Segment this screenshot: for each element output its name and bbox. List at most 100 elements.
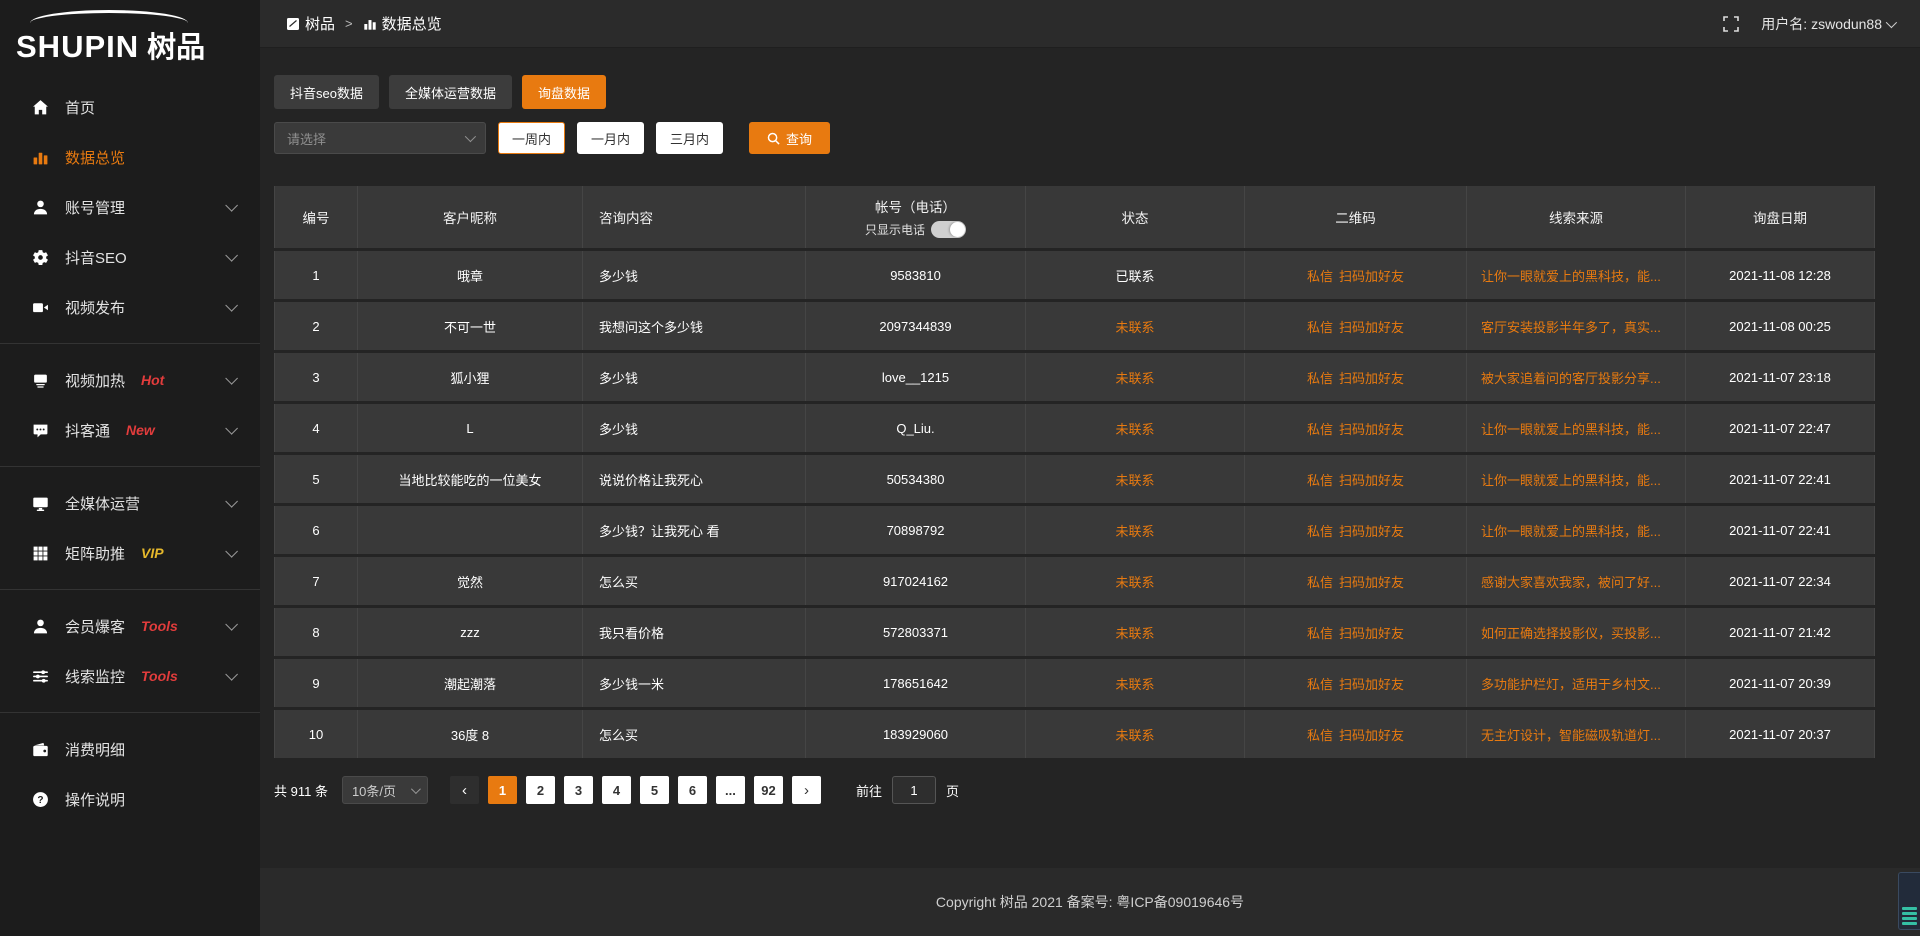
lead-source-link[interactable]: 让你一眼就爱上的黑科技，能... (1481, 521, 1661, 540)
home-icon (30, 97, 50, 117)
data-tabs: 抖音seo数据 全媒体运营数据 询盘数据 (274, 75, 1875, 109)
phone-only-toggle[interactable] (931, 221, 966, 238)
private-message-link[interactable]: 私信 (1307, 674, 1333, 693)
column-header-nickname: 客户昵称 (358, 186, 583, 248)
filter-bar: 请选择 一周内 一月内 三月内 查询 (274, 122, 1875, 154)
period-button-quarter[interactable]: 三月内 (656, 122, 723, 154)
lead-source-link[interactable]: 无主灯设计，智能磁吸轨道灯... (1481, 725, 1661, 744)
cell-id: 1 (274, 251, 358, 299)
fullscreen-icon[interactable] (1723, 16, 1739, 32)
goto-page-input[interactable] (892, 776, 936, 804)
next-page-button[interactable]: › (792, 776, 821, 804)
private-message-link[interactable]: 私信 (1307, 623, 1333, 642)
scan-add-friend-link[interactable]: 扫码加好友 (1339, 572, 1404, 591)
breadcrumb-item-home[interactable]: 树品 (286, 13, 335, 34)
sidebar-item-instructions[interactable]: ? 操作说明 (0, 774, 260, 824)
cell-qrcode: 私信 扫码加好友 (1245, 353, 1467, 401)
sidebar-item-home[interactable]: 首页 (0, 82, 260, 132)
page-number-button[interactable]: 2 (526, 776, 555, 804)
page-number-button[interactable]: 5 (640, 776, 669, 804)
sidebar-item-data-overview[interactable]: 数据总览 (0, 132, 260, 182)
select-placeholder: 请选择 (287, 129, 326, 148)
tab-douyin-seo-data[interactable]: 抖音seo数据 (274, 75, 379, 109)
scan-add-friend-link[interactable]: 扫码加好友 (1339, 470, 1404, 489)
lead-source-link[interactable]: 多功能护栏灯，适用于乡村文... (1481, 674, 1661, 693)
page-number-button[interactable]: 1 (488, 776, 517, 804)
account-select[interactable]: 请选择 (274, 122, 486, 154)
scan-add-friend-link[interactable]: 扫码加好友 (1339, 419, 1404, 438)
cell-date: 2021-11-07 22:34 (1686, 557, 1875, 605)
private-message-link[interactable]: 私信 (1307, 521, 1333, 540)
lead-source-link[interactable]: 如何正确选择投影仪，买投影... (1481, 623, 1661, 642)
search-button[interactable]: 查询 (749, 122, 830, 154)
private-message-link[interactable]: 私信 (1307, 266, 1333, 285)
sidebar-item-account-management[interactable]: 账号管理 (0, 182, 260, 232)
scan-add-friend-link[interactable]: 扫码加好友 (1339, 266, 1404, 285)
chevron-down-icon (225, 495, 238, 508)
cell-source: 让你一眼就爱上的黑科技，能... (1467, 404, 1686, 452)
floating-widget[interactable] (1898, 872, 1920, 930)
sidebar-item-label: 账号管理 (65, 197, 125, 218)
table-row: 4 L 多少钱 Q_Liu. 未联系 私信 扫码加好友 让你一眼就爱上的黑科技，… (274, 404, 1875, 452)
lead-source-link[interactable]: 让你一眼就爱上的黑科技，能... (1481, 419, 1661, 438)
period-button-week[interactable]: 一周内 (498, 122, 565, 154)
page-number-button[interactable]: 92 (754, 776, 783, 804)
page-size-select[interactable]: 10条/页 (342, 776, 428, 804)
lead-source-link[interactable]: 被大家追着问的客厅投影分享... (1481, 368, 1661, 387)
lead-source-link[interactable]: 感谢大家喜欢我家，被问了好... (1481, 572, 1661, 591)
sidebar-item-douyin-seo[interactable]: 抖音SEO (0, 232, 260, 282)
private-message-link[interactable]: 私信 (1307, 317, 1333, 336)
cell-date: 2021-11-07 20:37 (1686, 710, 1875, 758)
private-message-link[interactable]: 私信 (1307, 470, 1333, 489)
cell-content: 怎么买 (583, 557, 806, 605)
scan-add-friend-link[interactable]: 扫码加好友 (1339, 521, 1404, 540)
chevron-down-icon (225, 299, 238, 312)
lead-source-link[interactable]: 让你一眼就爱上的黑科技，能... (1481, 470, 1661, 489)
prev-page-button[interactable]: ‹ (450, 776, 479, 804)
username-label: 用户名: (1761, 14, 1807, 34)
sidebar-item-omni-media[interactable]: 全媒体运营 (0, 478, 260, 528)
lead-source-link[interactable]: 客厅安装投影半年多了，真实... (1481, 317, 1661, 336)
private-message-link[interactable]: 私信 (1307, 368, 1333, 387)
table-row: 1 哦章 多少钱 9583810 已联系 私信 扫码加好友 让你一眼就爱上的黑科… (274, 251, 1875, 299)
sidebar-divider (0, 589, 260, 590)
page-number-button[interactable]: 6 (678, 776, 707, 804)
scan-add-friend-link[interactable]: 扫码加好友 (1339, 317, 1404, 336)
scan-add-friend-link[interactable]: 扫码加好友 (1339, 674, 1404, 693)
monitor-icon (30, 493, 50, 513)
cell-date: 2021-11-08 12:28 (1686, 251, 1875, 299)
sidebar-item-doukdetong[interactable]: 抖客通 New (0, 405, 260, 455)
cell-qrcode: 私信 扫码加好友 (1245, 251, 1467, 299)
search-icon (767, 132, 780, 145)
page-number-button[interactable]: ... (716, 776, 745, 804)
sidebar-item-video-heat[interactable]: 视频加热 Hot (0, 355, 260, 405)
sidebar-item-label: 会员爆客 (65, 616, 125, 637)
sidebar-item-video-publish[interactable]: 视频发布 (0, 282, 260, 332)
vip-badge: VIP (141, 545, 164, 561)
table-row: 7 觉然 怎么买 917024162 未联系 私信 扫码加好友 感谢大家喜欢我家… (274, 557, 1875, 605)
search-button-label: 查询 (786, 129, 812, 148)
period-button-month[interactable]: 一月内 (577, 122, 644, 154)
sidebar-item-lead-monitor[interactable]: 线索监控 Tools (0, 651, 260, 701)
page-number-button[interactable]: 4 (602, 776, 631, 804)
user-menu[interactable]: 用户名: zswodun88 (1761, 14, 1894, 34)
scan-add-friend-link[interactable]: 扫码加好友 (1339, 623, 1404, 642)
breadcrumb-item-current[interactable]: 数据总览 (363, 13, 442, 34)
page-number-button[interactable]: 3 (564, 776, 593, 804)
tab-omni-media-data[interactable]: 全媒体运营数据 (389, 75, 512, 109)
sidebar-item-member-burst[interactable]: 会员爆客 Tools (0, 601, 260, 651)
column-header-content: 咨询内容 (583, 186, 806, 248)
goto-page: 前往 页 (856, 776, 959, 804)
column-header-id: 编号 (274, 186, 358, 248)
sidebar-item-matrix-boost[interactable]: 矩阵助推 VIP (0, 528, 260, 578)
scan-add-friend-link[interactable]: 扫码加好友 (1339, 725, 1404, 744)
scan-add-friend-link[interactable]: 扫码加好友 (1339, 368, 1404, 387)
chevron-down-icon (225, 618, 238, 631)
private-message-link[interactable]: 私信 (1307, 419, 1333, 438)
private-message-link[interactable]: 私信 (1307, 572, 1333, 591)
private-message-link[interactable]: 私信 (1307, 725, 1333, 744)
sidebar-item-consumption-details[interactable]: 消费明细 (0, 724, 260, 774)
lead-source-link[interactable]: 让你一眼就爱上的黑科技，能... (1481, 266, 1661, 285)
tab-inquiry-data[interactable]: 询盘数据 (522, 75, 606, 109)
chevron-down-icon (225, 668, 238, 681)
